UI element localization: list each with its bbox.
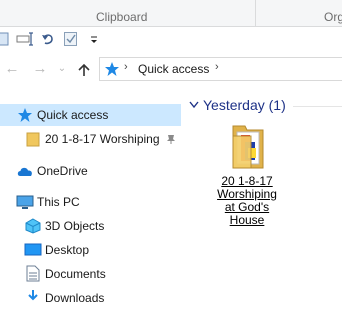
chevron-right-icon[interactable]: ›	[215, 61, 219, 73]
sidebar-item-this-pc[interactable]: This PC	[0, 191, 181, 213]
sidebar-item-documents[interactable]: Documents	[0, 263, 181, 285]
quick-access-toolbar	[0, 27, 342, 51]
chevron-right-icon[interactable]: ›	[124, 61, 128, 73]
undo-icon[interactable]	[40, 31, 56, 47]
navigation-pane: Quick access 20 1-8-17 Worshiping OneDri…	[0, 84, 181, 305]
sidebar-item-label: This PC	[37, 195, 80, 209]
folder-icon	[232, 125, 264, 169]
sidebar-item-label: Documents	[45, 267, 106, 281]
star-icon	[105, 62, 119, 76]
sidebar-item-label: Desktop	[45, 243, 90, 257]
group-header-label: Yesterday (1)	[203, 97, 286, 113]
address-bar[interactable]: › Quick access ›	[99, 57, 342, 81]
rename-icon[interactable]	[16, 31, 36, 47]
recent-locations-chevron-icon[interactable]: ⌄	[53, 60, 71, 78]
navigation-row: ← → ⌄ › Quick access ›	[0, 54, 342, 84]
sidebar-item-label: Quick access	[37, 108, 109, 122]
downloads-icon	[28, 290, 38, 301]
sidebar-item-3d-objects[interactable]: 3D Objects	[0, 215, 181, 237]
sidebar-item-onedrive[interactable]: OneDrive	[0, 160, 181, 182]
customize-toolbar-icon[interactable]	[88, 31, 100, 47]
ribbon-group-organize: Org	[324, 10, 342, 24]
3d-objects-icon	[25, 218, 41, 234]
ribbon: Clipboard Org	[0, 0, 342, 27]
file-name[interactable]: 20 1-8-17 Worshiping at God's House	[197, 175, 297, 227]
group-divider	[293, 106, 342, 107]
file-list: Yesterday (1) 20 1-8-17 Worshiping at Go…	[181, 84, 342, 298]
folder-icon	[26, 132, 40, 147]
sidebar-item-downloads[interactable]: Downloads	[0, 287, 181, 309]
sidebar-item-quick-access[interactable]: Quick access	[0, 104, 181, 126]
breadcrumb-quick-access[interactable]: Quick access	[138, 62, 209, 76]
properties-icon[interactable]	[0, 31, 10, 47]
sidebar-item-label: Downloads	[45, 291, 105, 305]
ribbon-group-clipboard: Clipboard	[96, 10, 148, 24]
sidebar-item-desktop[interactable]: Desktop	[0, 239, 181, 261]
check-icon[interactable]	[63, 31, 79, 47]
chevron-down-icon[interactable]	[189, 101, 199, 109]
documents-icon	[26, 265, 40, 282]
ribbon-separator	[255, 0, 256, 26]
up-arrow-icon[interactable]	[76, 62, 92, 78]
file-name-line: House	[229, 213, 265, 227]
forward-arrow-icon[interactable]: →	[31, 60, 49, 78]
star-icon	[18, 108, 32, 122]
sidebar-item-label: 3D Objects	[45, 219, 105, 233]
desktop-icon	[24, 243, 42, 256]
cloud-icon	[17, 167, 32, 176]
pin-icon	[167, 135, 175, 144]
computer-icon	[16, 195, 34, 209]
sidebar-item-label: OneDrive	[37, 164, 88, 178]
back-arrow-icon[interactable]: ←	[3, 60, 21, 78]
sidebar-item-label: 20 1-8-17 Worshiping	[45, 132, 160, 146]
sidebar-item-pinned-folder[interactable]: 20 1-8-17 Worshiping	[0, 128, 181, 150]
